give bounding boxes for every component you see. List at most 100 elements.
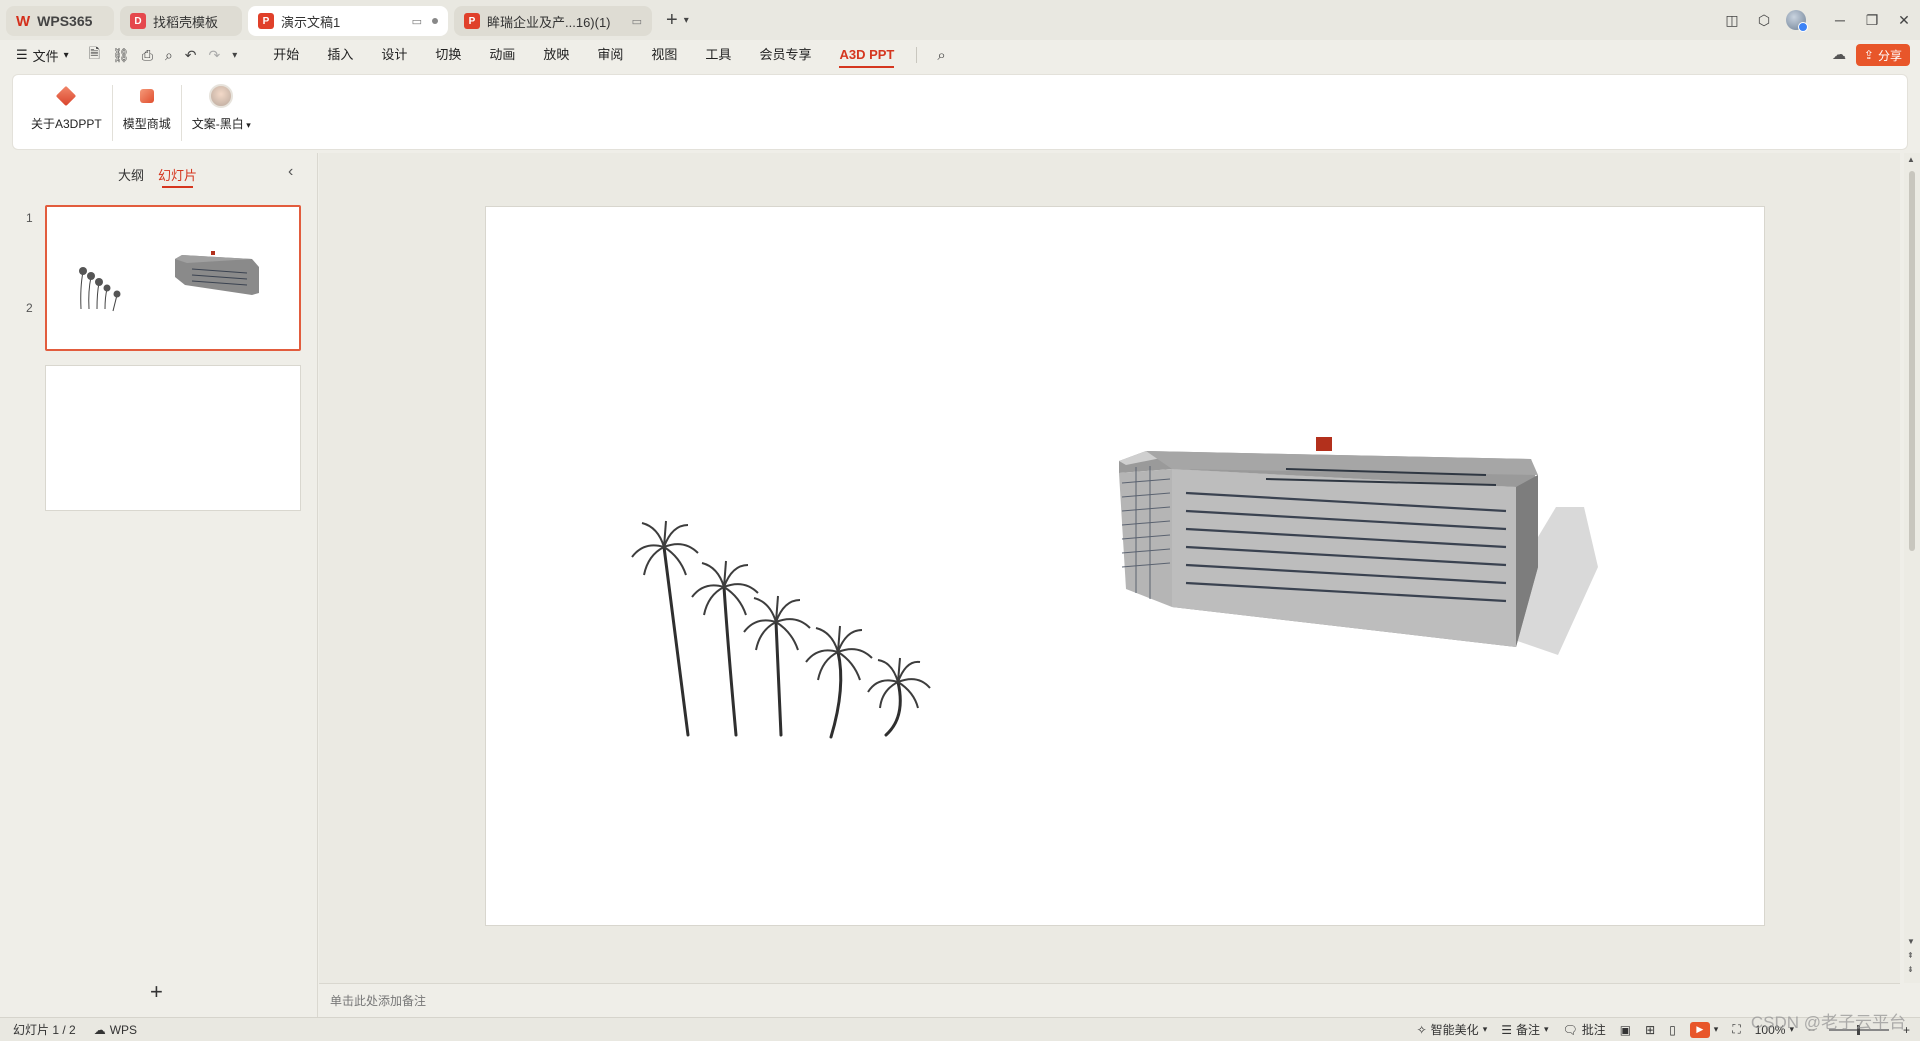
chevron-down-icon: ▾	[1482, 1024, 1488, 1034]
slide-canvas[interactable]	[485, 206, 1765, 926]
template-store-icon: D	[130, 13, 146, 29]
tab-slides[interactable]: 幻灯片	[158, 165, 197, 188]
smart-beautify-label: 智能美化	[1430, 1023, 1479, 1037]
model-store-button[interactable]: 模型商城	[119, 83, 175, 132]
menu-a3d-ppt[interactable]: A3D PPT	[825, 40, 908, 70]
tab-template-store[interactable]: D 找稻壳模板	[120, 6, 242, 36]
notes-icon: ☰	[1501, 1022, 1512, 1037]
slide-content	[631, 437, 1598, 739]
slide-number: 1	[26, 211, 33, 225]
play-icon: ▶	[1689, 1021, 1710, 1038]
vertical-scrollbar[interactable]: ▲ ▼ ⇞ ⇟	[1904, 153, 1920, 983]
close-button[interactable]: ✕	[1888, 0, 1920, 40]
menu-tools[interactable]: 工具	[691, 40, 745, 70]
fit-window-icon[interactable]: ⛶	[1732, 1022, 1740, 1037]
restore-button[interactable]: ❐	[1856, 0, 1888, 40]
new-tab-button[interactable]: + ▾	[666, 9, 689, 32]
menu-design[interactable]: 设计	[367, 40, 421, 70]
scroll-up-icon[interactable]: ▲	[1907, 155, 1915, 164]
palm-fronds	[631, 520, 931, 709]
notes-area[interactable]: 单击此处添加备注	[319, 983, 1900, 1017]
cloud-sync-icon: ☁	[93, 1022, 106, 1037]
menu-member[interactable]: 会员专享	[745, 40, 825, 70]
building-model	[1119, 437, 1598, 655]
menu-review[interactable]: 审阅	[583, 40, 637, 70]
main-menu: 开始 插入 设计 切换 动画 放映 审阅 视图 工具 会员专享 A3D PPT	[259, 40, 908, 70]
prev-slide-icon[interactable]: ⇞	[1907, 951, 1914, 960]
menu-view[interactable]: 视图	[637, 40, 691, 70]
undo-icon[interactable]: ↶	[185, 47, 197, 64]
collapse-panel-icon[interactable]: ‹	[288, 163, 293, 181]
slide-editor	[319, 153, 1900, 983]
chevron-down-icon: ▾	[63, 49, 69, 61]
menu-home[interactable]: 开始	[259, 40, 313, 70]
grid-view-icon[interactable]: ⊞	[1645, 1023, 1655, 1037]
chevron-down-icon: ▾	[1544, 1024, 1549, 1034]
redo-icon[interactable]: ↷	[209, 47, 221, 64]
print-preview-icon[interactable]: ⌕	[165, 47, 173, 64]
chevron-down-icon: ▾	[683, 14, 689, 26]
ribbon-label: 模型商城	[122, 117, 171, 131]
menu-insert[interactable]: 插入	[313, 40, 367, 70]
scroll-thumb[interactable]	[1909, 171, 1915, 551]
status-bar: 幻灯片 1 / 2 ☁ WPS ✧ 智能美化 ▾ ☰ 备注 ▾ 🗨 批注 ▣ ⊞…	[0, 1017, 1920, 1041]
tab-presentation-1[interactable]: P 演示文稿1 ▭	[248, 6, 448, 36]
hamburger-icon: ☰	[16, 47, 28, 62]
slide-thumbnail-2[interactable]	[45, 365, 301, 511]
comment-button[interactable]: 🗨 批注	[1563, 1021, 1606, 1038]
smart-beautify-button[interactable]: ✧ 智能美化 ▾	[1417, 1021, 1488, 1038]
theme-icon	[209, 84, 234, 108]
search-icon[interactable]: ⌕	[937, 47, 945, 64]
scroll-down-icon[interactable]: ▼	[1907, 937, 1915, 946]
cube-icon[interactable]: ⬡	[1748, 0, 1780, 40]
print-icon[interactable]: ⎙	[142, 47, 153, 64]
theme-dropdown-button[interactable]: 文案-黑白 ▾	[188, 83, 255, 132]
notes-toggle-button[interactable]: ☰ 备注 ▾	[1501, 1021, 1548, 1038]
beautify-icon: ✧	[1416, 1022, 1427, 1037]
comment-label: 批注	[1581, 1023, 1606, 1037]
normal-view-icon[interactable]: ▣	[1620, 1023, 1631, 1037]
tab-label: 找稻壳模板	[153, 14, 219, 30]
watermark: CSDN @老子云平台	[1750, 1013, 1906, 1032]
save-icon[interactable]: 🗎	[89, 43, 100, 67]
minimize-button[interactable]: ─	[1824, 0, 1856, 40]
play-slideshow-button[interactable]: ▶ ▾	[1689, 1021, 1719, 1038]
share-icon: ⇪	[1863, 48, 1874, 62]
menu-animations[interactable]: 动画	[475, 40, 529, 70]
plus-icon: +	[666, 8, 678, 31]
menu-transitions[interactable]: 切换	[421, 40, 475, 70]
avatar-button[interactable]	[1780, 0, 1812, 40]
share-button[interactable]: ⇪ 分享	[1855, 44, 1910, 66]
chevron-down-icon: ▾	[1713, 1024, 1719, 1034]
divider	[111, 85, 113, 141]
next-slide-icon[interactable]: ⇟	[1907, 965, 1914, 974]
link-icon[interactable]: ⛓	[112, 47, 130, 64]
slide-thumbnail-1[interactable]	[45, 205, 301, 351]
monitor-icon[interactable]: ▭	[632, 15, 642, 28]
menu-slideshow[interactable]: 放映	[529, 40, 583, 70]
unsaved-dot-icon[interactable]	[432, 18, 438, 24]
title-bar: W WPS365 D 找稻壳模板 P 演示文稿1 ▭ P 眸瑞企业及产...16…	[0, 0, 1920, 40]
quick-access-toolbar: 🗎 ⛓ ⎙ ⌕ ↶ ↷ ▾	[89, 43, 238, 67]
chevron-down-icon[interactable]: ▾	[232, 50, 237, 61]
cloud-icon[interactable]: ☁	[1832, 46, 1846, 63]
wps-cloud-button[interactable]: ☁ WPS	[94, 1023, 137, 1037]
notes-placeholder: 单击此处添加备注	[330, 994, 427, 1008]
tab-presentation-2[interactable]: P 眸瑞企业及产...16)(1) ▭	[454, 6, 652, 36]
slide-number: 2	[26, 301, 33, 315]
file-label: 文件	[32, 48, 59, 64]
avatar	[1786, 10, 1808, 32]
menu-bar: ☰ 文件 ▾ 🗎 ⛓ ⎙ ⌕ ↶ ↷ ▾ 开始 插入 设计 切换 动画 放映 审…	[0, 40, 1920, 70]
tab-wps365[interactable]: W WPS365	[6, 6, 114, 36]
comment-icon: 🗨	[1562, 1022, 1578, 1037]
tab-outline[interactable]: 大纲	[118, 165, 144, 184]
add-slide-button[interactable]: +	[150, 979, 163, 1005]
monitor-icon[interactable]: ▭	[412, 15, 422, 28]
reading-view-icon[interactable]: ▯	[1669, 1023, 1676, 1037]
ribbon-label: 文案-黑白	[191, 117, 244, 131]
share-label: 分享	[1877, 48, 1902, 63]
slide-panel: 大纲 幻灯片 ‹ 1 2 +	[0, 153, 318, 1017]
file-menu-button[interactable]: ☰ 文件 ▾	[16, 46, 69, 65]
about-a3dppt-button[interactable]: 关于A3DPPT	[27, 83, 106, 132]
layout-icon[interactable]: ◫	[1716, 0, 1748, 40]
